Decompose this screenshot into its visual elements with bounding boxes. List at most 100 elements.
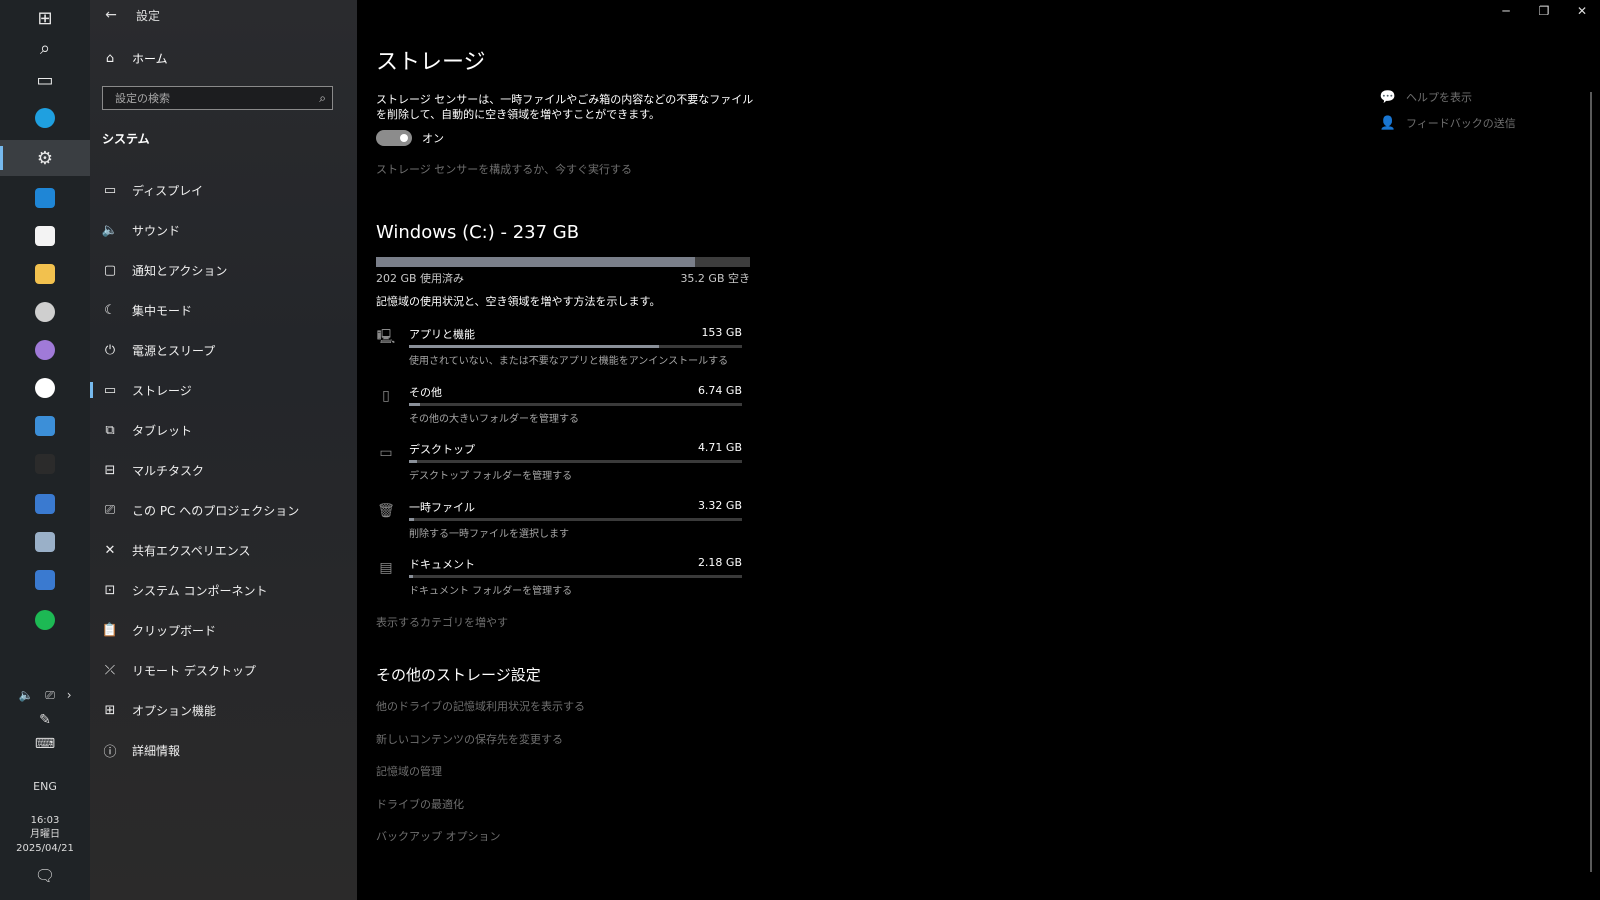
other-storage-settings-title: その他のストレージ設定 [376, 666, 541, 684]
category-size: 6.74 GB [697, 383, 742, 397]
nav-list: ▭ ディスプレイ 🔈 サウンド ▢ 通知とアクション ☾ 集中モード ⏻ 電源とスリープ ▭ ストレー… [90, 170, 357, 770]
drive-usage-bar [376, 257, 750, 267]
search-input[interactable] [113, 90, 307, 106]
nav-item-tablet[interactable]: ⧉ タブレット [90, 410, 357, 450]
other-storage-links: 他のドライブの記憶域利用状況を表示する 新しいコンテンツの保存先を変更する 記憶域の… [376, 698, 585, 861]
main-content: ─ ❐ ✕ ストレージ ストレージ センサーは、一時ファイルやごみ箱の内容などの… [357, 0, 1600, 900]
help-icon: 💬 [1379, 89, 1397, 105]
category-name: デスクトップ [409, 443, 475, 456]
display-icon: ▭ [103, 182, 117, 198]
storage-category[interactable]: ▭ デスクトップ 4.71 GB デスクトップ フォルダーを管理する [376, 437, 750, 495]
storage-category[interactable]: 🗑 一時ファイル 3.32 GB 削除する一時ファイルを選択します [376, 495, 750, 553]
nav-home[interactable]: ⌂ ホーム [102, 50, 168, 67]
nav-item-label: マルチタスク [132, 463, 205, 478]
multitask-icon: ⊟ [104, 462, 116, 478]
clock-day: 月曜日 [30, 829, 60, 840]
nav-item-system-components[interactable]: ⊡ システム コンポーネント [90, 570, 357, 610]
nav-item-label: ディスプレイ [132, 183, 204, 198]
restore-icon[interactable]: ❐ [1536, 4, 1552, 18]
back-arrow-icon[interactable]: ← [100, 7, 122, 23]
projection-icon: ⎚ [104, 502, 116, 518]
storage-category[interactable]: ▯ その他 6.74 GB その他の大きいフォルダーを管理する [376, 380, 750, 438]
keyboard-icon[interactable]: ⌨ [0, 736, 90, 752]
action-center-icon[interactable]: 🗨 [0, 866, 90, 885]
nav-item-display[interactable]: ▭ ディスプレイ [90, 170, 357, 210]
storage-category[interactable]: ▤ ドキュメント 2.18 GB ドキュメント フォルダーを管理する [376, 552, 750, 610]
nav-item-info[interactable]: ⓘ 詳細情報 [90, 730, 357, 770]
search-icon[interactable]: ⌕ [319, 91, 326, 106]
pen-icon[interactable]: ✎ [0, 712, 90, 728]
store-icon[interactable] [0, 218, 90, 254]
help-link[interactable]: 💬 ヘルプを表示 [1378, 84, 1516, 110]
chevron-right-icon[interactable]: › [67, 688, 72, 702]
clock-date: 2025/04/21 [16, 843, 74, 854]
other-storage-link[interactable]: ドライブの最適化 [376, 796, 585, 829]
category-name: 一時ファイル [409, 500, 475, 514]
nav-item-label: システム コンポーネント [132, 583, 268, 598]
task-view-icon[interactable]: ▭ [0, 62, 90, 98]
nav-item-projection[interactable]: ⎚ この PC へのプロジェクション [90, 490, 357, 530]
feedback-link[interactable]: 👤 フィードバックの送信 [1378, 110, 1516, 136]
clock[interactable]: 16:03 月曜日 2025/04/21 [0, 814, 90, 856]
language-indicator[interactable]: ENG [0, 780, 90, 793]
nav-item-clipboard[interactable]: 📋 クリップボード [90, 610, 357, 650]
other-storage-link[interactable]: 記憶域の管理 [376, 763, 585, 796]
configure-storage-sense-link[interactable]: ストレージ センサーを構成するか、今すぐ実行する [376, 161, 632, 177]
close-icon[interactable]: ✕ [1574, 4, 1590, 18]
nav-item-label: クリップボード [132, 623, 217, 638]
terminal-icon[interactable] [0, 446, 90, 482]
home-icon: ⌂ [105, 51, 115, 66]
mail-icon[interactable] [0, 180, 90, 216]
file-explorer-icon[interactable] [0, 256, 90, 292]
chatgpt-shape [35, 378, 55, 398]
show-more-categories-link[interactable]: 表示するカテゴリを増やす [376, 614, 508, 630]
settings-gear-icon[interactable]: ⚙ [0, 140, 90, 176]
volume-icon[interactable]: 🔈 [18, 688, 33, 702]
app-rainbow-icon[interactable] [0, 332, 90, 368]
nav-item-power[interactable]: ⏻ 電源とスリープ [90, 330, 357, 370]
toggle-knob [400, 134, 408, 142]
nav-item-remote-desktop[interactable]: ⤫ リモート デスクトップ [90, 650, 357, 690]
photos-shape [35, 532, 55, 552]
outlook-icon[interactable] [0, 408, 90, 444]
nav-item-optional-features[interactable]: ⊞ オプション機能 [90, 690, 357, 730]
minimize-icon[interactable]: ─ [1498, 4, 1514, 18]
edge-icon[interactable] [0, 100, 90, 136]
app-swirl-icon[interactable] [0, 294, 90, 330]
remote-desktop-icon[interactable] [0, 486, 90, 522]
clipboard-icon: 📋 [101, 622, 119, 638]
nav-item-notification[interactable]: ▢ 通知とアクション [90, 250, 357, 290]
chatgpt-icon[interactable] [0, 370, 90, 406]
category-subtitle: デスクトップ フォルダーを管理する [409, 471, 573, 482]
category-subtitle: 削除する一時ファイルを選択します [409, 528, 569, 540]
nav-item-focus-moon[interactable]: ☾ 集中モード [90, 290, 357, 330]
nav-item-sound[interactable]: 🔈 サウンド [90, 210, 357, 250]
desktop-icon: ▭ [379, 445, 393, 461]
category-usage-fill [409, 402, 420, 406]
category-usage-fill [409, 575, 413, 578]
nav-item-multitask[interactable]: ⊟ マルチタスク [90, 450, 357, 490]
other-storage-link[interactable]: バックアップ オプション [376, 828, 585, 861]
settings-search[interactable]: ⌕ [102, 86, 333, 110]
nav-item-storage[interactable]: ▭ ストレージ [90, 370, 357, 410]
storage-categories: 🖳 アプリと機能 153 GB 使用されていない、または不要なアプリと機能をアンインス… [376, 322, 750, 610]
optional-features-icon: ⊞ [104, 702, 116, 718]
spotify-icon[interactable] [0, 602, 90, 638]
other-storage-link[interactable]: 他のドライブの記憶域利用状況を表示する [376, 698, 585, 731]
other-file-icon: ▯ [382, 387, 390, 404]
photos-icon[interactable] [0, 524, 90, 560]
window-title: 設定 [136, 8, 161, 23]
network-icon[interactable]: ⎚ [45, 688, 55, 702]
storage-sense-description: ストレージ センサーは、一時ファイルやごみ箱の内容などの不要なファイルを削除して… [376, 93, 754, 121]
store-shape [35, 226, 55, 246]
spotify-shape [35, 610, 55, 630]
other-storage-link[interactable]: 新しいコンテンツの保存先を変更する [376, 731, 585, 764]
storage-sense-toggle[interactable] [376, 130, 412, 146]
search-icon[interactable]: ⌕ [0, 30, 90, 66]
storage-category[interactable]: 🖳 アプリと機能 153 GB 使用されていない、または不要なアプリと機能をアンインス… [376, 322, 750, 380]
category-name: アプリと機能 [409, 328, 475, 341]
file-explorer-shape [35, 264, 55, 284]
nav-item-shared-experiences[interactable]: ✕ 共有エクスペリエンス [90, 530, 357, 570]
scrollbar[interactable] [1590, 92, 1592, 872]
app-window-icon[interactable] [0, 562, 90, 598]
